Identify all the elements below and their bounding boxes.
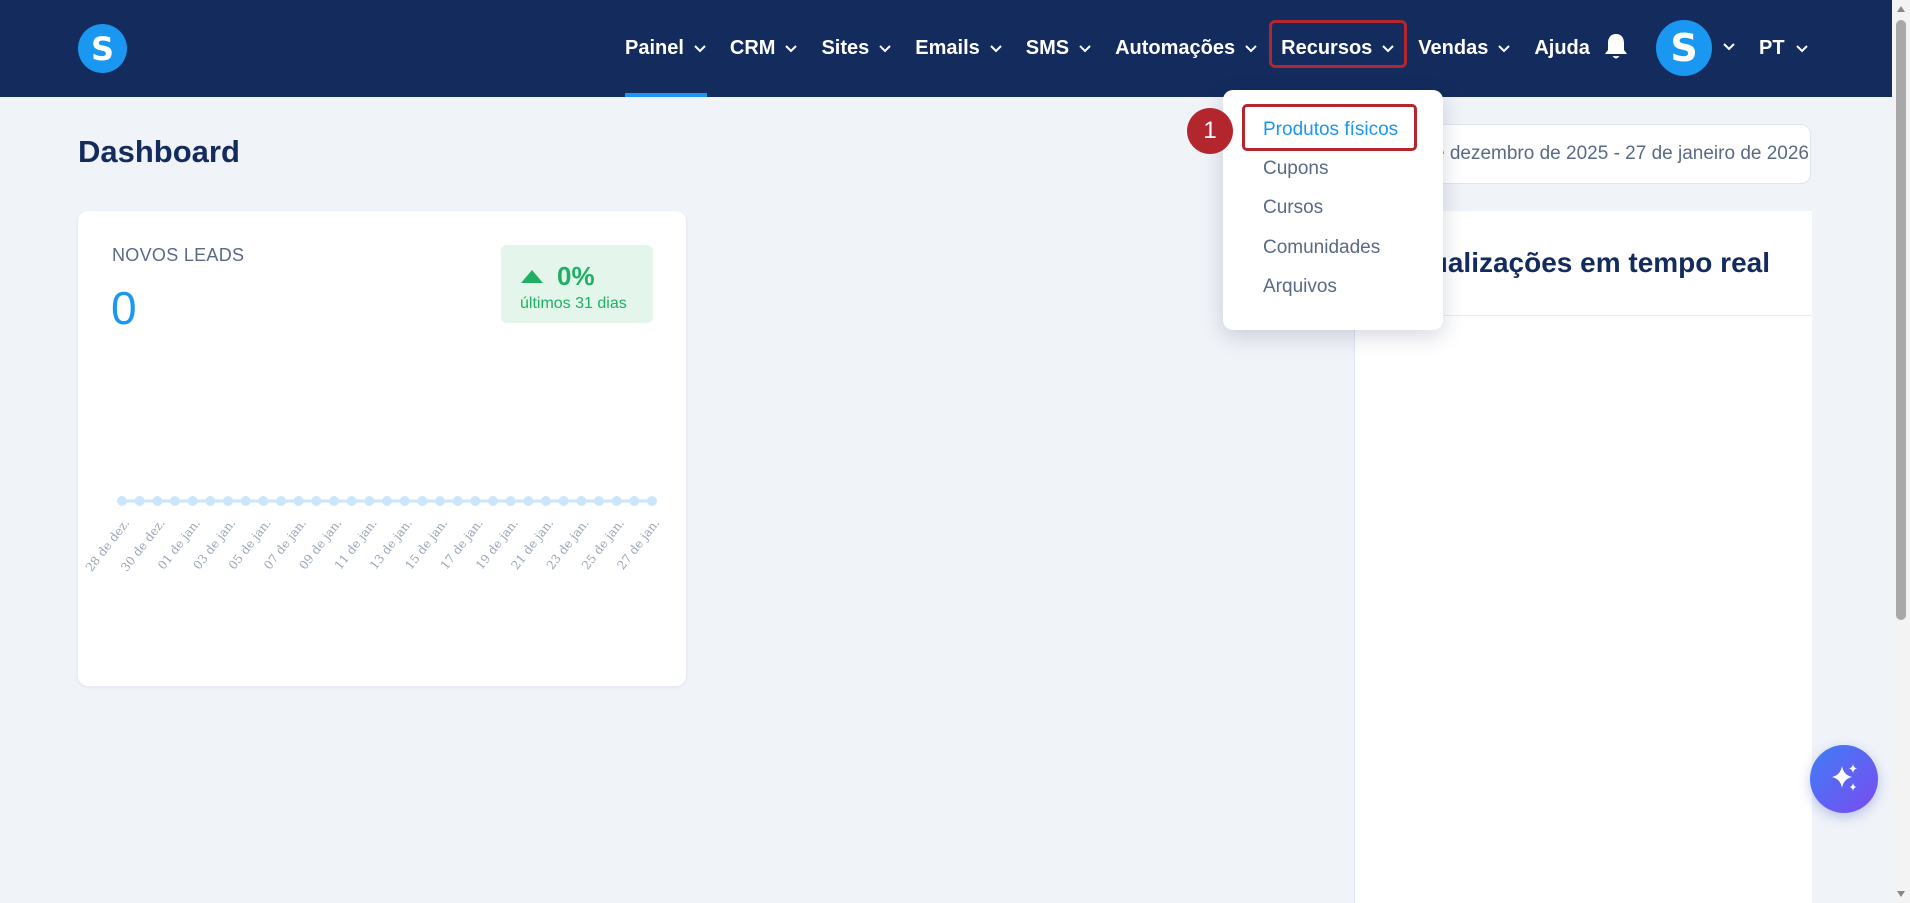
nav-item-label: Vendas: [1418, 37, 1489, 59]
chart-point[interactable]: [452, 496, 463, 506]
main-nav: Painel CRM Sites Emails SMS Automações Recurso…: [625, 0, 1613, 97]
chart-point[interactable]: [576, 496, 587, 506]
page-scrollbar[interactable]: [1892, 0, 1910, 903]
chevron-down-icon: [693, 44, 707, 54]
date-range-label: 28 de dezembro de 2025 - 27 de janeiro d…: [1397, 143, 1809, 164]
chart-point[interactable]: [205, 496, 216, 506]
language-selector[interactable]: PT: [1759, 0, 1809, 97]
dropdown-item-cupons[interactable]: Cupons: [1263, 158, 1329, 180]
nav-item-ajuda[interactable]: Ajuda: [1534, 0, 1590, 97]
dropdown-item-produtos-fisicos[interactable]: Produtos físicos: [1263, 119, 1398, 141]
chevron-down-icon: [1244, 44, 1258, 54]
chart-point[interactable]: [417, 496, 428, 506]
chart-point[interactable]: [435, 496, 445, 506]
chart-point[interactable]: [558, 496, 569, 506]
chart-point[interactable]: [399, 496, 410, 506]
chart-point[interactable]: [629, 496, 640, 506]
chevron-down-icon: [989, 44, 1003, 54]
chart-point[interactable]: [258, 496, 269, 506]
chart-point[interactable]: [240, 496, 251, 506]
avatar-letter: S: [1670, 26, 1698, 70]
bell-icon[interactable]: [1603, 32, 1629, 67]
new-leads-card: NOVOS LEADS 0 0% últimos 31 dias 28 de d…: [78, 211, 686, 686]
scroll-down-arrow[interactable]: [1897, 891, 1905, 897]
chart-point[interactable]: [311, 496, 322, 506]
sparkles-icon: [1832, 764, 1857, 791]
nav-item-vendas[interactable]: Vendas: [1418, 0, 1511, 97]
chevron-down-icon[interactable]: [1722, 39, 1736, 57]
nav-item-label: SMS: [1025, 37, 1070, 59]
nav-item-label: Ajuda: [1534, 37, 1590, 59]
chevron-down-icon: [878, 44, 892, 54]
chart-point[interactable]: [611, 496, 622, 506]
chart-point[interactable]: [293, 496, 304, 506]
chart-point[interactable]: [382, 496, 392, 506]
nav-item-automacoes[interactable]: Automações: [1115, 0, 1258, 97]
chevron-down-icon: [1497, 44, 1511, 54]
dropdown-item-comunidades[interactable]: Comunidades: [1263, 237, 1380, 259]
nav-item-label: Painel: [625, 37, 684, 59]
nav-item-sms[interactable]: SMS: [1026, 0, 1092, 97]
chevron-down-icon: [1795, 44, 1809, 54]
page-title: Dashboard: [78, 134, 240, 169]
chevron-down-icon: [784, 44, 798, 54]
chart-point[interactable]: [134, 496, 145, 506]
ai-assistant-button[interactable]: [1810, 745, 1878, 813]
nav-item-sites[interactable]: Sites: [821, 0, 892, 97]
language-label: PT: [1759, 37, 1785, 59]
chart-point[interactable]: [488, 496, 498, 506]
chart-point[interactable]: [541, 496, 551, 506]
nav-item-painel[interactable]: Painel: [625, 0, 707, 97]
chart-point[interactable]: [170, 496, 180, 506]
chart-point[interactable]: [364, 496, 375, 506]
chart-point[interactable]: [117, 496, 127, 506]
chart-point[interactable]: [223, 496, 233, 506]
app-logo[interactable]: S: [78, 24, 127, 73]
chart-point[interactable]: [523, 496, 534, 506]
nav-item-label: Emails: [915, 37, 980, 59]
nav-item-label: Sites: [821, 37, 870, 59]
live-updates-title: Atualizações em tempo real: [1401, 247, 1770, 278]
logo-letter: S: [90, 29, 115, 68]
nav-item-emails[interactable]: Emails: [915, 0, 1002, 97]
recursos-dropdown-menu: Produtos físicos Cupons Cursos Comunidades A…: [1223, 90, 1443, 330]
scroll-thumb[interactable]: [1896, 20, 1906, 620]
user-avatar[interactable]: S: [1656, 20, 1712, 76]
chart-point[interactable]: [329, 496, 339, 506]
chart-point[interactable]: [594, 496, 604, 506]
dropdown-item-cursos[interactable]: Cursos: [1263, 197, 1323, 219]
scroll-up-arrow[interactable]: [1897, 6, 1905, 12]
chevron-down-icon: [1078, 44, 1092, 54]
nav-item-label: Automações: [1115, 37, 1236, 59]
highlight-box: [1269, 20, 1408, 68]
leads-line-chart: 28 de dez.30 de dez.01 de jan.03 de jan.…: [83, 496, 662, 574]
chart-point[interactable]: [505, 496, 516, 506]
dropdown-item-arquivos[interactable]: Arquivos: [1263, 276, 1337, 298]
nav-item-recursos[interactable]: Recursos: [1269, 0, 1408, 97]
chart-point[interactable]: [647, 496, 657, 506]
chart-point[interactable]: [152, 496, 163, 506]
nav-item-crm[interactable]: CRM: [730, 0, 799, 97]
chart-point[interactable]: [470, 496, 481, 506]
chart-point[interactable]: [276, 496, 286, 506]
nav-item-label: CRM: [729, 37, 776, 59]
chart-point[interactable]: [187, 496, 198, 506]
step-badge: 1: [1187, 108, 1233, 154]
chart-point[interactable]: [346, 496, 357, 506]
top-navigation-bar: S Painel CRM Sites Emails SMS Automações Recur…: [0, 0, 1892, 97]
